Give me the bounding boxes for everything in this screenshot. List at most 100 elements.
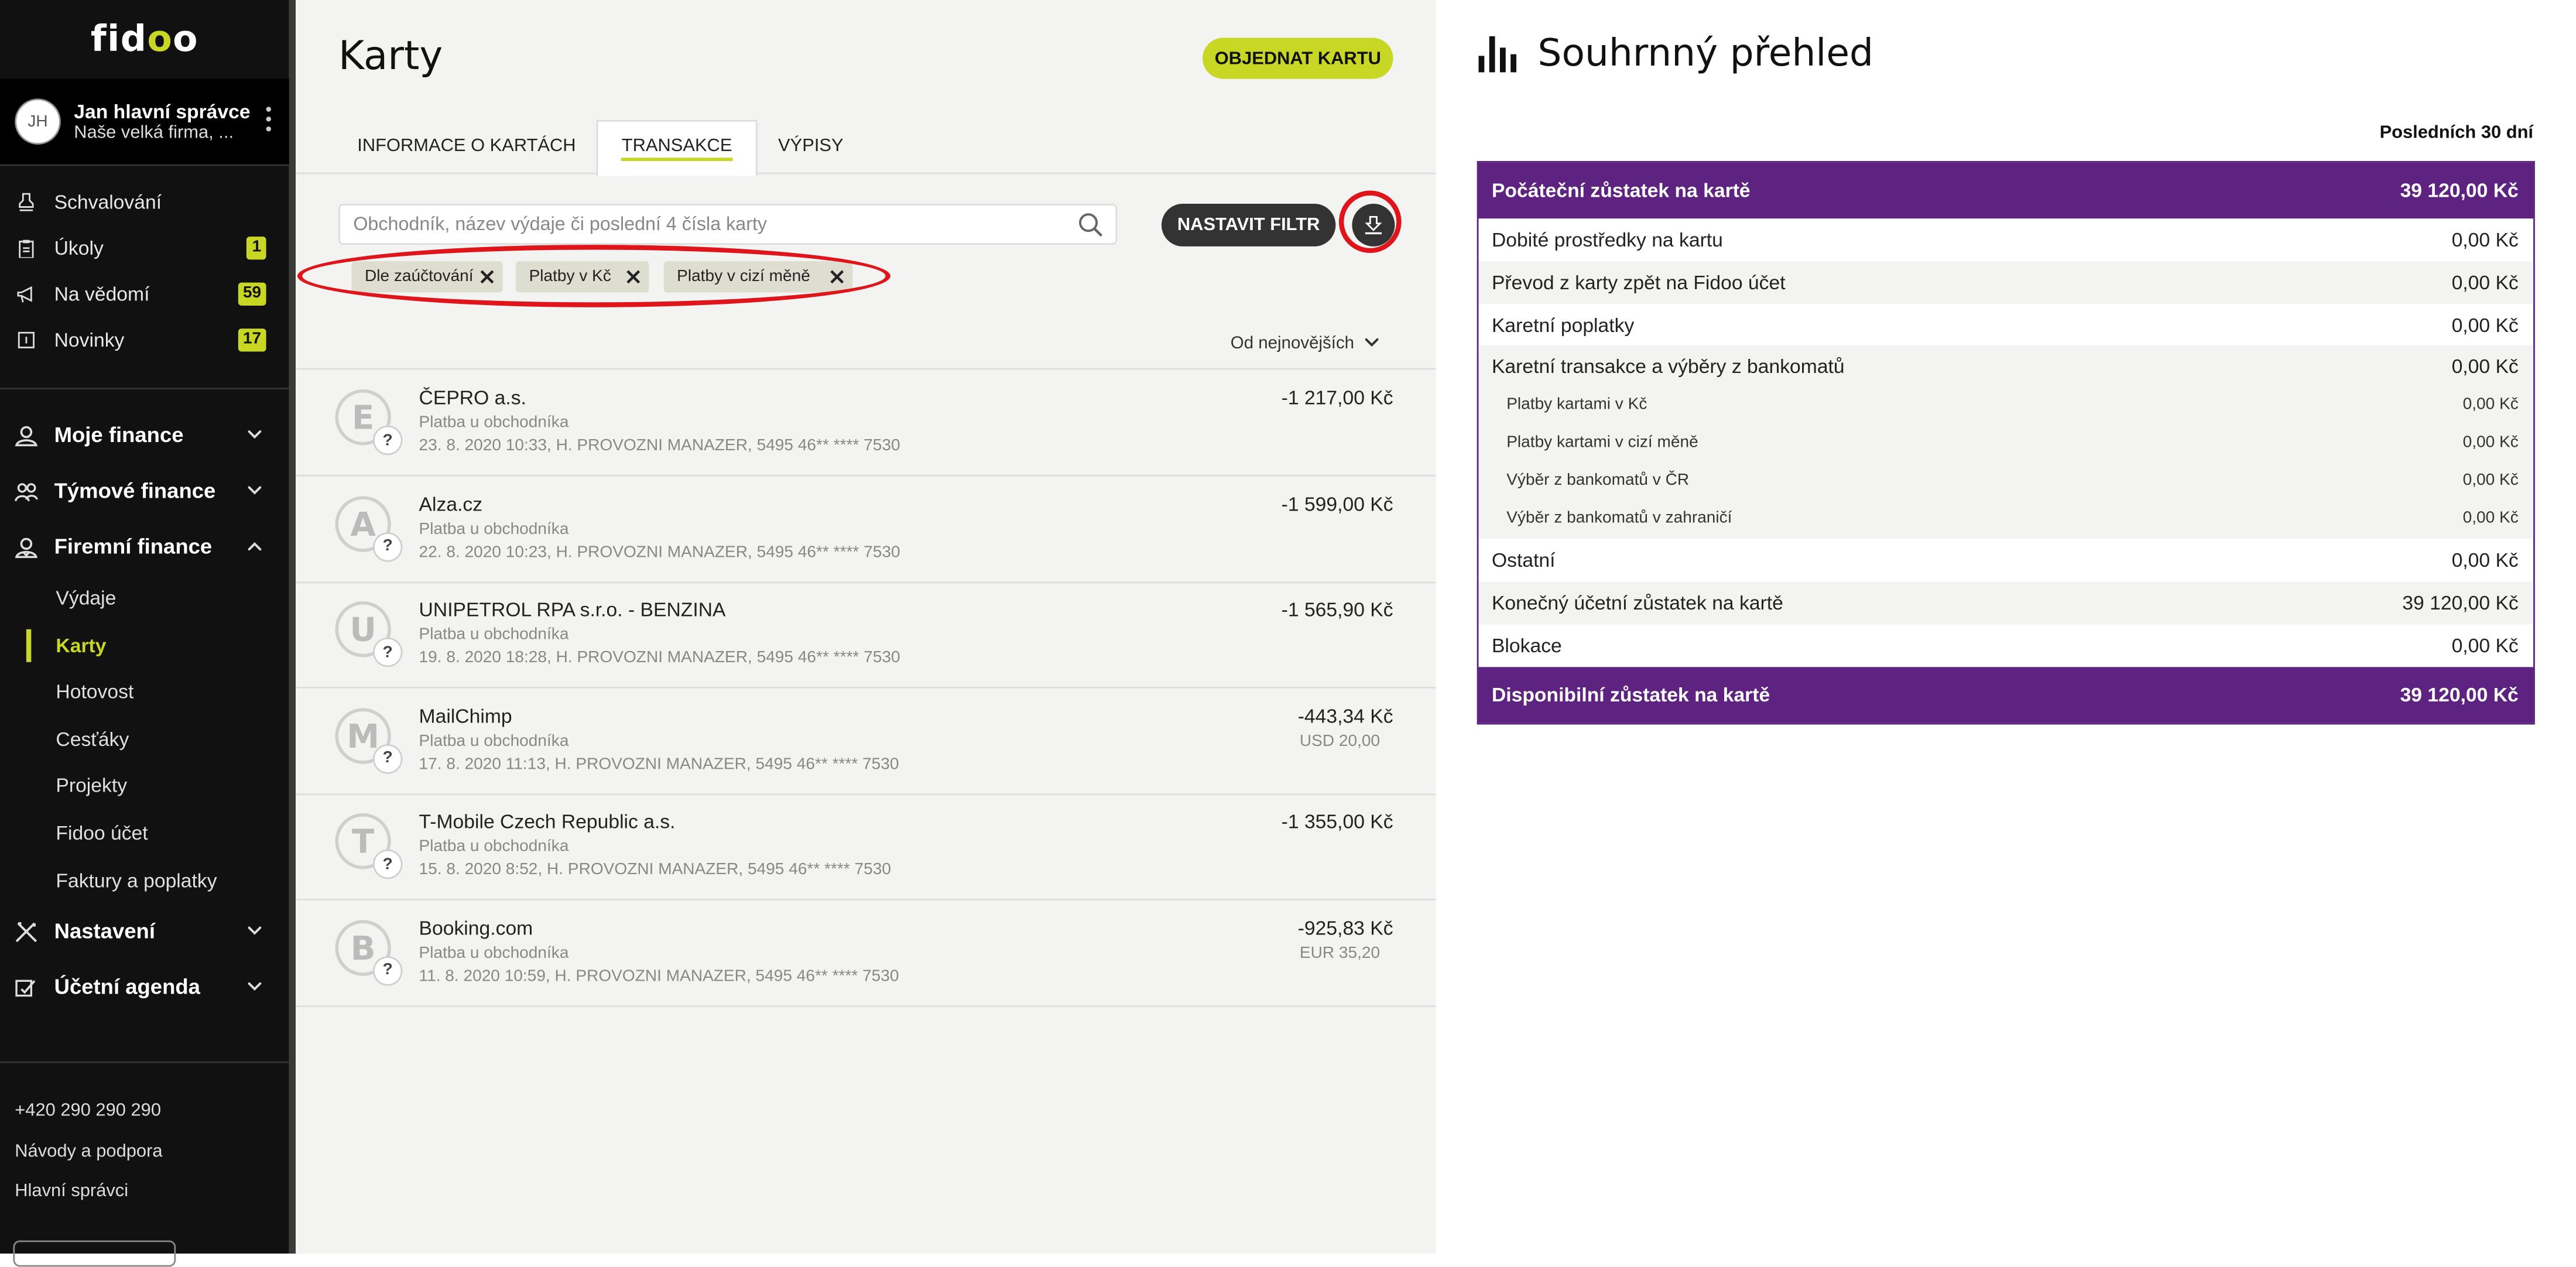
help-link[interactable]: Návody a podpora	[15, 1142, 162, 1162]
summary-table: Počáteční zůstatek na kartě 39 120,00 Kč…	[1477, 160, 2535, 724]
sidebar-subitem-expenses[interactable]: Výdaje	[0, 575, 289, 622]
sidebar-section-label: Nastavení	[54, 919, 155, 944]
sidebar-subitem-label: Fidoo účet	[56, 821, 148, 845]
filter-chip-czk[interactable]: Platby v Kč	[516, 261, 649, 293]
transaction-row[interactable]: T ? T-Mobile Czech Republic a.s. Platba …	[296, 793, 1436, 900]
sidebar-divider	[0, 388, 289, 390]
sidebar-section-accounting[interactable]: Účetní agenda	[0, 960, 289, 1015]
transaction-row[interactable]: A ? Alza.cz Platba u obchodníka 22. 8. 2…	[296, 475, 1436, 583]
sidebar-scrollbar[interactable]	[289, 0, 296, 1254]
order-card-button[interactable]: OBJEDNAT KARTU	[1203, 37, 1393, 79]
sidebar-subitem-label: Cesťáky	[56, 727, 129, 751]
transaction-type: Platba u obchodníka	[419, 944, 569, 962]
active-indicator	[26, 628, 32, 662]
sidebar-subitem-label: Projekty	[56, 774, 128, 798]
row-label: Blokace	[1491, 634, 1562, 657]
sidebar-subitem-cash[interactable]: Hotovost	[0, 669, 289, 716]
row-value: 0,00 Kč	[2462, 471, 2519, 490]
transaction-type: Platba u obchodníka	[419, 838, 569, 856]
sidebar-subitem-travel[interactable]: Cesťáky	[0, 716, 289, 763]
fidoo-logo[interactable]: fid o o	[0, 0, 289, 79]
question-icon[interactable]: ?	[372, 849, 403, 879]
row-label: Převod z karty zpět na Fidoo účet	[1491, 270, 1786, 294]
merchant-name: UNIPETROL RPA s.r.o. - BENZINA	[419, 598, 726, 621]
sidebar-item-news[interactable]: Novinky 17	[0, 317, 289, 364]
close-icon[interactable]	[830, 269, 844, 284]
filter-chip-accounting[interactable]: Dle zaúčtování	[351, 261, 503, 293]
search-icon[interactable]	[1078, 212, 1104, 238]
tools-icon	[15, 922, 37, 943]
admins-link[interactable]: Hlavní správci	[15, 1182, 128, 1201]
sidebar-item-tasks[interactable]: Úkoly 1	[0, 225, 289, 271]
transaction-amount: -925,83 Kč	[1297, 916, 1393, 939]
transaction-amount: -1 355,00 Kč	[1281, 810, 1393, 833]
question-icon[interactable]: ?	[372, 425, 403, 456]
close-icon[interactable]	[626, 269, 640, 284]
row-label: Karetní transakce a výběry z bankomatů	[1491, 355, 1845, 379]
chevron-down-icon	[248, 982, 262, 991]
question-icon[interactable]: ?	[372, 531, 403, 561]
transaction-row[interactable]: U ? UNIPETROL RPA s.r.o. - BENZINA Platb…	[296, 581, 1436, 689]
chevron-down-icon[interactable]	[1365, 338, 1379, 347]
close-icon[interactable]	[479, 269, 494, 284]
sidebar-item-label: Úkoly	[54, 237, 104, 260]
sidebar-subitem-projects[interactable]: Projekty	[0, 763, 289, 810]
summary-subrow: Výběr z bankomatů v ČR 0,00 Kč	[1478, 463, 2534, 502]
sidebar-section-my-finance[interactable]: Moje finance	[0, 408, 289, 463]
transaction-amount: -1 599,00 Kč	[1281, 492, 1393, 515]
transaction-detail: 15. 8. 2020 8:52, H. PROVOZNI MANAZER, 5…	[419, 861, 891, 879]
accounting-icon	[15, 980, 36, 997]
user-menu-icon[interactable]	[266, 107, 273, 132]
company-name: Naše velká firma, ...	[74, 123, 234, 143]
row-label: Výběr z bankomatů v ČR	[1506, 471, 1690, 490]
sidebar-section-label: Účetní agenda	[54, 974, 200, 999]
row-value: 0,00 Kč	[2462, 434, 2519, 453]
sidebar-section-settings[interactable]: Nastavení	[0, 904, 289, 960]
row-label: Počáteční zůstatek na kartě	[1491, 179, 1751, 203]
search-input[interactable]	[338, 203, 1118, 245]
sidebar-subitem-invoices[interactable]: Faktury a poplatky	[0, 857, 289, 904]
transaction-amount: -443,34 Kč	[1297, 704, 1393, 727]
transaction-row[interactable]: E ? ČEPRO a.s. Platba u obchodníka 23. 8…	[296, 369, 1436, 477]
transaction-row[interactable]: M ? MailChimp Platba u obchodníka 17. 8.…	[296, 687, 1436, 795]
sidebar-section-team-finance[interactable]: Týmové finance	[0, 463, 289, 519]
notices-count-badge: 59	[238, 282, 266, 306]
summary-row: Dobité prostředky na kartu 0,00 Kč	[1479, 218, 2534, 261]
transaction-row[interactable]: B ? Booking.com Platba u obchodníka 11. …	[296, 899, 1436, 1006]
summary-subrow: Výběr z bankomatů v zahraničí 0,00 Kč	[1478, 501, 2534, 539]
support-phone[interactable]: +420 290 290 290	[15, 1101, 161, 1121]
sidebar-item-label: Schvalování	[54, 190, 162, 214]
opening-balance-row: Počáteční zůstatek na kartě 39 120,00 Kč	[1478, 162, 2534, 219]
sidebar-subitem-cards[interactable]: Karty	[0, 622, 289, 669]
question-icon[interactable]: ?	[372, 955, 403, 985]
avatar[interactable]: JH	[15, 98, 61, 145]
tab-transactions[interactable]: TRANSAKCE	[596, 119, 758, 176]
user-profile[interactable]: JH Jan hlavní správce Naše velká firma, …	[0, 78, 289, 166]
tab-label: INFORMACE O KARTÁCH	[357, 136, 576, 156]
company-icon	[15, 537, 38, 559]
sidebar-subitem-label: Hotovost	[56, 680, 134, 704]
summary-row: Konečný účetní zůstatek na kartě 39 120,0…	[1478, 581, 2534, 624]
summary-row: Převod z karty zpět na Fidoo účet 0,00 Kč	[1478, 261, 2534, 303]
sidebar-item-approvals[interactable]: Schvalování	[0, 179, 289, 225]
sidebar-subitem-fidoo-account[interactable]: Fidoo účet	[0, 810, 289, 857]
chevron-down-icon	[248, 486, 262, 495]
filter-chip-foreign[interactable]: Platby v cizí měně	[663, 261, 853, 293]
summary-subrow: Platby kartami v Kč 0,00 Kč	[1478, 388, 2534, 426]
set-filter-button[interactable]: NASTAVIT FILTR	[1161, 203, 1336, 246]
sidebar-footer-button[interactable]	[13, 1240, 176, 1267]
merchant-name: Booking.com	[419, 916, 533, 939]
sidebar-section-company-finance[interactable]: Firemní finance	[0, 519, 289, 575]
chevron-down-icon	[248, 430, 262, 439]
download-button[interactable]	[1352, 203, 1395, 246]
tab-statements[interactable]: VÝPISY	[766, 120, 856, 173]
sort-dropdown[interactable]: Od nejnovějších	[1231, 334, 1354, 354]
transaction-type: Platba u obchodníka	[419, 520, 569, 539]
sidebar-item-notices[interactable]: Na vědomí 59	[0, 271, 289, 317]
sidebar: fid o o JH Jan hlavní správce Naše velká f…	[0, 0, 289, 1267]
transaction-detail: 17. 8. 2020 11:13, H. PROVOZNI MANAZER, …	[419, 755, 899, 773]
question-icon[interactable]: ?	[372, 743, 403, 773]
merchant-name: Alza.cz	[419, 492, 483, 515]
tab-card-info[interactable]: INFORMACE O KARTÁCH	[338, 120, 595, 173]
question-icon[interactable]: ?	[372, 637, 403, 667]
